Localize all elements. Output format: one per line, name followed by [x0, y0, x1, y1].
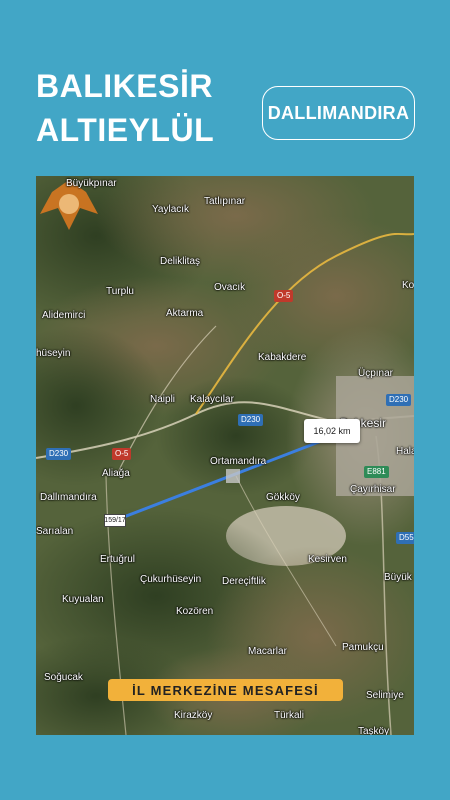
satellite-map[interactable]: Büyükpınar Yaylacık Tatlıpınar Deliklita…: [36, 176, 414, 735]
place-label: Gökköy: [266, 492, 300, 503]
title-line-1: BALIKESİR: [36, 68, 213, 104]
road-badge: D230: [386, 394, 412, 406]
place-label: Kabakdere: [258, 352, 307, 363]
place-label: Dallımandıra: [40, 492, 97, 503]
title-line-2: ALTIEYLÜL: [36, 112, 215, 148]
place-label: Alidemirci: [42, 310, 86, 321]
place-label: Selimiye: [366, 690, 404, 701]
place-label: Sarıalan: [36, 526, 74, 537]
parcel-pin-label: 159/17: [104, 514, 126, 527]
place-label: Kalaycılar: [190, 394, 234, 405]
road-badge: D230: [238, 414, 264, 426]
place-label: Tatlıpınar: [204, 196, 246, 207]
place-label: Dereçiftlik: [222, 576, 266, 587]
place-label: Büyükpınar: [66, 178, 117, 189]
place-label: Hala: [396, 446, 414, 457]
place-label: Naipli: [150, 394, 176, 405]
place-label: Kesirven: [308, 554, 347, 565]
place-label: Macarlar: [248, 646, 287, 657]
road-badge: O-5: [112, 448, 132, 460]
road-badge: D230: [46, 448, 72, 460]
road-badge: O-5: [274, 290, 294, 302]
place-label: Ko: [402, 280, 414, 291]
place-label: Deliklitaş: [160, 256, 201, 267]
place-label: Taşköy: [358, 726, 390, 735]
place-label: Türkali: [274, 710, 305, 721]
place-label: Kozören: [176, 606, 214, 617]
place-label: Büyük: [384, 572, 412, 583]
place-label: Yaylacık: [152, 204, 190, 215]
place-label: Kuyualan: [62, 594, 104, 605]
page-title: BALIKESİR ALTIEYLÜL: [36, 64, 214, 152]
place-label: Ovacık: [214, 282, 246, 293]
place-label: Aktarma: [166, 308, 204, 319]
place-label: Turplu: [106, 286, 134, 297]
place-label: Ortamandıra: [210, 456, 267, 467]
place-label: Soğucak: [44, 672, 83, 683]
place-label: hüseyin: [36, 348, 71, 359]
map-caption: İL MERKEZİNE MESAFESİ: [108, 679, 343, 701]
location-badge: DALLIMANDIRA: [262, 86, 415, 140]
place-label: Çukurhüseyin: [140, 574, 202, 585]
place-label: Kirazköy: [174, 710, 213, 721]
place-label: Aliağa: [102, 468, 130, 479]
road-badge: D55: [396, 532, 414, 544]
road-badge: E881: [364, 466, 389, 478]
place-label: Ertuğrul: [100, 554, 136, 565]
distance-label: 16,02 km: [304, 419, 360, 443]
place-label: Çayırhisar: [350, 484, 396, 495]
place-label: Üçpınar: [358, 368, 394, 379]
place-label: Pamukçu: [342, 642, 384, 653]
